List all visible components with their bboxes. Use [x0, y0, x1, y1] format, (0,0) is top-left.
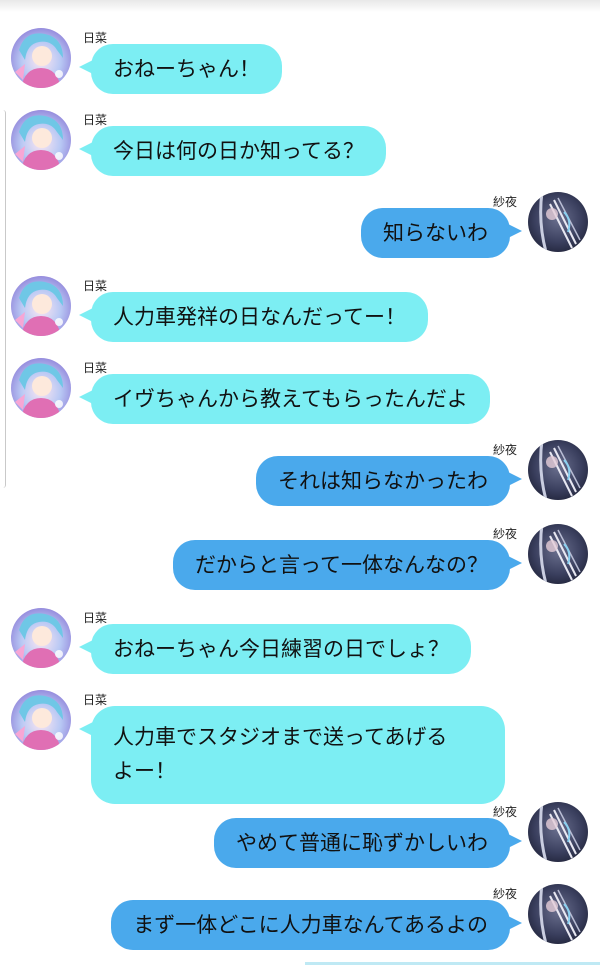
message-bubble[interactable]: 人力車発祥の日なんだってー！: [79, 292, 428, 342]
avatar-sayo-icon[interactable]: [528, 440, 588, 500]
message-bubble[interactable]: おねーちゃん！: [79, 44, 282, 94]
message-text: やめて普通に恥ずかしいわ: [236, 831, 488, 855]
sender-name: 紗夜: [492, 195, 517, 209]
sender-name: 日菜: [83, 113, 108, 127]
message-text: まず一体どこに人力車なんてあるよの: [133, 913, 488, 937]
avatar-sayo-icon[interactable]: [528, 192, 588, 252]
avatar-hina-icon[interactable]: [11, 110, 71, 170]
sender-name: 日菜: [83, 279, 108, 293]
message-text: おねーちゃん今日練習の日でしょ？: [113, 637, 449, 661]
bubble-tail: [79, 60, 93, 74]
top-edge: [0, 0, 600, 12]
message-bubble[interactable]: やめて普通に恥ずかしいわ: [214, 818, 522, 868]
bubble-tail: [508, 472, 522, 486]
message-bubble[interactable]: まず一体どこに人力車なんてあるよの: [111, 900, 522, 950]
avatar-sayo-icon[interactable]: [528, 524, 588, 584]
sender-name: 紗夜: [492, 443, 517, 457]
message-text: おねーちゃん！: [113, 57, 260, 81]
avatar-hina-icon[interactable]: [11, 276, 71, 336]
message-text: それは知らなかったわ: [278, 469, 488, 493]
sender-name: 日菜: [83, 31, 108, 45]
avatar-hina-icon[interactable]: [11, 358, 71, 418]
message-bubble[interactable]: だからと言って一体なんなの？: [173, 540, 522, 590]
sender-name: 日菜: [83, 611, 108, 625]
message-text: 人力車発祥の日なんだってー！: [113, 305, 406, 329]
message-bubble[interactable]: イヴちゃんから教えてもらったんだよ: [79, 374, 490, 424]
avatar-hina-icon[interactable]: [11, 608, 71, 668]
avatar-hina-icon[interactable]: [11, 690, 71, 750]
avatar-sayo-icon[interactable]: [528, 802, 588, 862]
scroll-indicator[interactable]: [0, 110, 6, 488]
bubble-tail: [79, 308, 93, 322]
message-text: 知らないわ: [383, 221, 488, 245]
sender-name: 紗夜: [492, 887, 517, 901]
message-text: 人力車でスタジオまで送ってあげる よー！: [113, 725, 448, 783]
message-bubble[interactable]: 人力車でスタジオまで送ってあげる よー！: [79, 706, 505, 804]
bubble-tail: [79, 640, 93, 654]
message-bubble[interactable]: それは知らなかったわ: [256, 456, 522, 506]
bubble-tail: [79, 722, 93, 736]
message-text: イヴちゃんから教えてもらったんだよ: [113, 387, 468, 411]
bubble-tail: [508, 224, 522, 238]
message-bubble[interactable]: おねーちゃん今日練習の日でしょ？: [79, 624, 471, 674]
bubble-tail: [508, 916, 522, 930]
sender-name: 日菜: [83, 693, 108, 707]
message-bubble[interactable]: 知らないわ: [361, 208, 522, 258]
sender-name: 紗夜: [492, 527, 517, 541]
bubble-tail: [79, 142, 93, 156]
bubble-tail: [508, 556, 522, 570]
bubble-tail: [79, 390, 93, 404]
bubble-tail: [508, 834, 522, 848]
sender-name: 日菜: [83, 361, 108, 375]
message-bubble[interactable]: 今日は何の日か知ってる？: [79, 126, 386, 176]
message-text: 今日は何の日か知ってる？: [113, 139, 364, 163]
avatar-sayo-icon[interactable]: [528, 884, 588, 944]
message-text: だからと言って一体なんなの？: [195, 553, 488, 577]
avatar-hina-icon[interactable]: [11, 28, 71, 88]
sender-name: 紗夜: [492, 805, 517, 819]
